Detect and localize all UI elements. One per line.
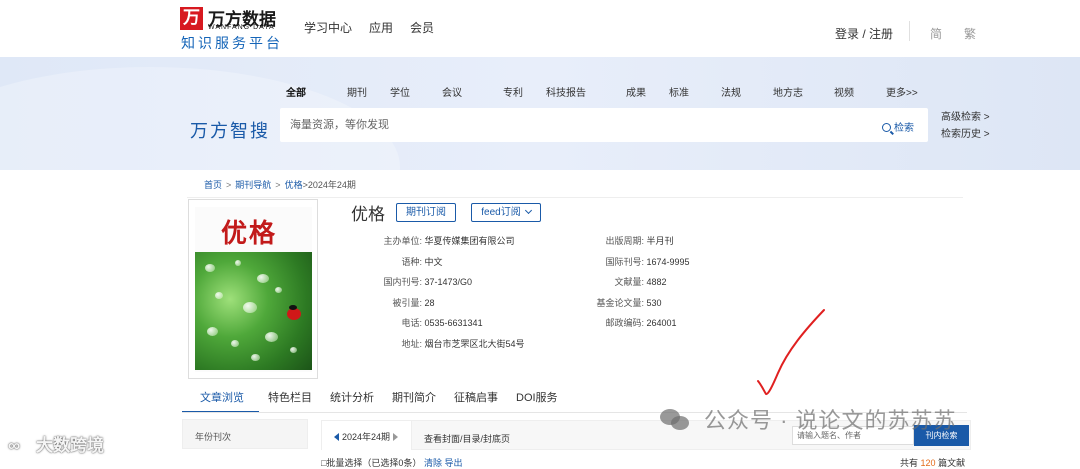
next-issue-icon[interactable] — [393, 433, 399, 441]
wechat-icon — [660, 409, 690, 431]
info-row: 语种: 中文 — [401, 256, 443, 267]
language-switch: 简 繁 — [930, 25, 976, 42]
advanced-links: 高级检索 > 检索历史 > — [941, 109, 990, 143]
tab-3[interactable]: 期刊简介 — [383, 389, 445, 413]
search-history-link[interactable]: 检索历史 > — [941, 126, 990, 143]
info-row: 文献量: 4882 — [614, 277, 667, 288]
issue-label: 2024年24期 — [342, 432, 391, 442]
chevron-down-icon — [524, 206, 532, 215]
info-row: 国内刊号: 37-1473/G0 — [383, 277, 473, 288]
cover-title: 优格 — [221, 219, 278, 249]
view-cover-link[interactable]: 查看封面/目录/封底页 — [424, 432, 510, 445]
category-1[interactable]: 期刊 — [347, 84, 390, 99]
breadcrumb-journal-nav[interactable]: 期刊导航 — [235, 180, 271, 190]
search-button-label: 检索 — [894, 123, 914, 134]
logo-subtitle: 知识服务平台 — [181, 35, 283, 51]
watermark-right-text: 公众号 · 说论文的苏苏苏 — [704, 408, 957, 433]
watermark-right: 公众号 · 说论文的苏苏苏 — [660, 403, 957, 435]
lang-simplified[interactable]: 简 — [930, 25, 942, 42]
category-9[interactable]: 地方志 — [773, 84, 834, 99]
journal-cover[interactable]: 优格 — [188, 199, 318, 379]
header-divider — [909, 21, 910, 41]
batch-actions[interactable]: 清除 导出 — [424, 458, 463, 468]
journal-title: 优格 — [351, 205, 385, 224]
nav-learning-center[interactable]: 学习中心 — [304, 19, 352, 36]
cover-leaf-picture — [195, 252, 312, 370]
login-register-link[interactable]: 登录 / 注册 — [835, 25, 893, 42]
watermark-left-text: 大数跨境 — [36, 436, 104, 455]
info-row: 主办单位: 华夏传媒集团有限公司 — [383, 236, 515, 246]
issue-selector[interactable]: 2024年24期 — [322, 421, 412, 450]
search-brand: 万方智搜 — [190, 121, 270, 141]
feed-subscribe-button[interactable]: feed订阅 — [471, 203, 541, 222]
tab-4[interactable]: 征稿启事 — [445, 389, 507, 413]
advanced-search-link[interactable]: 高级检索 > — [941, 109, 990, 126]
watermark-left: ∞ 大数跨境 — [8, 431, 104, 456]
breadcrumb-current: >2024年24期 — [302, 180, 356, 190]
logo-mark-icon: 万 — [180, 7, 203, 30]
info-row: 电话: 0535-6631341 — [401, 318, 483, 329]
search-banner: 全部期刊学位会议专利科技报告成果标准法规地方志视频更多>> 万方智搜 检索 高级… — [0, 57, 1080, 170]
info-row: 国际刊号: 1674-9995 — [605, 256, 690, 267]
feed-label: feed订阅 — [481, 207, 521, 218]
wanfang-logo[interactable]: 万 万方数据 WANFANG DATA 知识服务平台 — [180, 6, 290, 52]
breadcrumb: 首页 > 期刊导航 > 优格>2024年24期 — [204, 180, 356, 190]
breadcrumb-journal[interactable]: 优格 — [285, 180, 303, 190]
info-row: 出版周期: 半月刊 — [605, 236, 674, 246]
ladybug-icon — [287, 305, 301, 320]
nav-apps[interactable]: 应用 — [369, 19, 393, 36]
tab-5[interactable]: DOI服务 — [507, 389, 567, 413]
info-row: 被引量: 28 — [392, 297, 435, 308]
info-row: 基金论文量: 530 — [596, 297, 662, 308]
tab-2[interactable]: 统计分析 — [321, 389, 383, 413]
category-8[interactable]: 法规 — [721, 84, 773, 99]
category-11[interactable]: 更多>> — [886, 84, 926, 99]
subscribe-button[interactable]: 期刊订阅 — [396, 203, 456, 222]
batch-select-checkbox[interactable]: □批量选择（已选择0条） — [321, 458, 421, 468]
category-7[interactable]: 标准 — [669, 84, 721, 99]
cover-image: 优格 — [195, 207, 312, 372]
search-button[interactable]: 检索 — [882, 119, 914, 134]
tab-1[interactable]: 特色栏目 — [259, 389, 321, 413]
year-issue-sidebar[interactable]: 年份刊次 — [182, 419, 308, 449]
category-4[interactable]: 专利 — [503, 84, 546, 99]
breadcrumb-home[interactable]: 首页 — [204, 180, 222, 190]
search-input[interactable] — [280, 108, 860, 142]
total-number: 120 — [920, 458, 936, 468]
category-5[interactable]: 科技报告 — [546, 84, 626, 99]
search-icon — [882, 123, 891, 132]
logo-english: WANFANG DATA — [208, 24, 275, 31]
category-0[interactable]: 全部 — [286, 84, 347, 99]
top-header: 万 万方数据 WANFANG DATA 知识服务平台 学习中心 应用 会员 登录… — [0, 0, 1080, 57]
category-6[interactable]: 成果 — [626, 84, 669, 99]
category-2[interactable]: 学位 — [390, 84, 442, 99]
lang-traditional[interactable]: 繁 — [964, 25, 976, 42]
divider — [187, 197, 963, 198]
watermark-logo-icon: ∞ — [8, 436, 21, 455]
category-3[interactable]: 会议 — [442, 84, 503, 99]
prev-issue-icon[interactable] — [334, 433, 339, 441]
search-categories: 全部 期刊 学位 会议 专利 科技报告 成果 标准 法规 地方志 视频 更多>> — [286, 84, 926, 99]
tab-0[interactable]: 文章浏览 — [182, 389, 259, 413]
category-10[interactable]: 视频 — [834, 84, 886, 99]
info-row: 邮政编码: 264001 — [605, 318, 677, 329]
search-box: 检索 — [280, 108, 928, 142]
top-nav: 学习中心 应用 会员 — [304, 19, 434, 36]
nav-membership[interactable]: 会员 — [410, 19, 434, 36]
content-tabs: 文章浏览 特色栏目 统计分析 期刊简介 征稿启事 DOI服务 — [182, 389, 567, 413]
info-row: 地址: 烟台市芝罘区北大街54号 — [401, 339, 525, 349]
